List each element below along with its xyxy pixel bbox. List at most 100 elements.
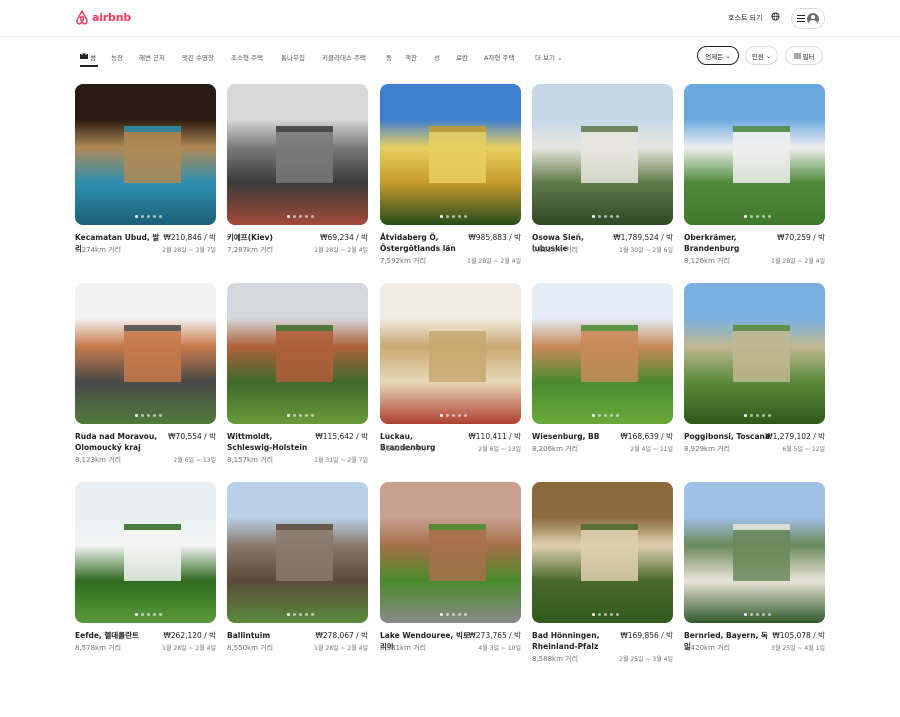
building-shape <box>429 524 486 581</box>
listing-title: 키예프(Kiev) <box>227 233 273 242</box>
listing-photo[interactable] <box>75 482 216 623</box>
listing-price: ₩110,411 / 박 <box>468 432 521 441</box>
listing-price: ₩273,765 / 박 <box>468 631 521 640</box>
listing-distance: 7,592km 거리 <box>380 257 427 265</box>
building-shape <box>581 524 638 581</box>
listing-photo[interactable] <box>75 283 216 424</box>
building-shape <box>276 126 333 183</box>
category-ryokans[interactable]: 료칸 <box>456 52 468 62</box>
airbnb-logo[interactable]: airbnb <box>75 10 131 25</box>
category-cabins[interactable]: 통나무집 <box>281 52 305 62</box>
listing-distance: 5,274km 거리 <box>75 246 122 254</box>
photo-pagination-dots <box>135 414 162 417</box>
listing-photo[interactable] <box>227 84 368 225</box>
filter-icon <box>793 53 801 58</box>
listing-price: ₩69,234 / 박 <box>320 233 368 242</box>
category-farms[interactable]: 농장 <box>111 52 123 62</box>
photo-pagination-dots <box>744 613 771 616</box>
listing-dates: 1월 28일 ~ 2월 4일 <box>162 645 216 652</box>
filters-button[interactable]: 필터 <box>785 46 823 65</box>
listing-price: ₩70,259 / 박 <box>777 233 825 242</box>
listing-dates: 4월 3일 ~ 10일 <box>478 645 521 652</box>
category-more[interactable]: 더 보기 ⌄ <box>535 52 563 62</box>
chevron-down-icon: ⌄ <box>765 51 772 60</box>
chevron-down-icon: ⌄ <box>725 51 731 60</box>
building-shape <box>429 325 486 382</box>
photo-pagination-dots <box>287 215 314 218</box>
listing-price: ₩168,639 / 박 <box>620 432 673 441</box>
listing-photo[interactable] <box>380 84 521 225</box>
listing-photo[interactable] <box>684 84 825 225</box>
listing-title: Ballintuim <box>227 631 271 640</box>
category-castles-2[interactable]: 성 <box>434 52 440 62</box>
listing-title: Bad Hönningen, Rheinland-Pfalz <box>532 631 600 651</box>
listing-price: ₩70,554 / 박 <box>168 432 216 441</box>
flexible-dates-button[interactable]: 언제든 ⌄ <box>697 46 739 65</box>
listing-photo[interactable] <box>532 482 673 623</box>
category-bar: 성 농장 해변 근처 멋진 수영장 초소형 주택 통나무집 키클라데스 주택 동… <box>0 37 900 73</box>
building-shape <box>581 325 638 382</box>
building-shape <box>733 325 790 382</box>
category-amazing-pools[interactable]: 멋진 수영장 <box>182 52 214 62</box>
listing-distance: 8,531km 거리 <box>380 644 427 652</box>
become-host-link[interactable]: 호스트 되기 <box>728 13 762 23</box>
building-shape <box>733 126 790 183</box>
photo-pagination-dots <box>440 215 467 218</box>
listing-dates: 3월 25일 ~ 4월 1일 <box>771 645 825 652</box>
listing-photo[interactable] <box>75 84 216 225</box>
listing-distance: 8,578km 거리 <box>75 644 122 652</box>
listing-photo[interactable] <box>380 283 521 424</box>
photo-pagination-dots <box>744 215 771 218</box>
listing-dates: 2월 6일 ~ 13일 <box>478 446 521 453</box>
listing-price: ₩169,856 / 박 <box>620 631 673 640</box>
category-castles[interactable]: 성 <box>90 52 96 62</box>
photo-pagination-dots <box>592 414 619 417</box>
listing-dates: 2월 28일 ~ 3월 7일 <box>162 247 216 254</box>
listing-price: ₩1,279,102 / 박 <box>765 432 825 441</box>
category-tiny-homes[interactable]: 초소형 주택 <box>231 52 263 62</box>
category-a-frames[interactable]: A자형 주택 <box>484 52 514 62</box>
listing-photo[interactable] <box>227 283 368 424</box>
listing-distance: 7,287km 거리 <box>227 246 274 254</box>
listing-photo[interactable] <box>684 283 825 424</box>
more-label: 더 보기 <box>535 54 556 62</box>
listing-photo[interactable] <box>380 482 521 623</box>
listing-price: ₩278,067 / 박 <box>315 631 368 640</box>
listing-distance: 8,123km 거리 <box>75 456 122 464</box>
photo-pagination-dots <box>440 414 467 417</box>
category-domes[interactable]: 동 <box>386 52 392 62</box>
building-shape <box>276 325 333 382</box>
listing-price: ₩210,846 / 박 <box>163 233 216 242</box>
listing-price: ₩115,642 / 박 <box>315 432 368 441</box>
listing-dates: 1월 31일 ~ 2월 7일 <box>314 457 368 464</box>
guests-button[interactable]: 인원 ⌄ <box>745 46 778 65</box>
listing-distance: 8,162km 거리 <box>380 445 427 453</box>
castle-icon <box>80 53 88 59</box>
listing-dates: 1월 28일 ~ 2월 4일 <box>771 258 825 265</box>
listing-title: Eefde, 헬데를란트 <box>75 631 139 640</box>
photo-pagination-dots <box>287 613 314 616</box>
listing-dates: 1월 28일 ~ 2월 4일 <box>314 247 368 254</box>
photo-pagination-dots <box>135 215 162 218</box>
listing-price: ₩1,789,524 / 박 <box>613 233 673 242</box>
listing-photo[interactable] <box>684 482 825 623</box>
photo-pagination-dots <box>287 414 314 417</box>
user-menu-button[interactable] <box>791 8 825 29</box>
globe-icon[interactable] <box>771 12 780 21</box>
building-shape <box>124 126 181 183</box>
listing-photo[interactable] <box>532 84 673 225</box>
listing-distance: 8,588km 거리 <box>532 655 579 663</box>
category-cyclades[interactable]: 키클라데스 주택 <box>322 52 366 62</box>
listing-price: ₩262,120 / 박 <box>163 631 216 640</box>
listing-photo[interactable] <box>227 482 368 623</box>
building-shape <box>124 524 181 581</box>
listing-dates: 1월 28일 ~ 2월 4일 <box>467 258 521 265</box>
listing-distance: 8,126km 거리 <box>684 257 731 265</box>
listing-photo[interactable] <box>532 283 673 424</box>
building-shape <box>733 524 790 581</box>
avatar <box>807 12 819 25</box>
top-header: airbnb 호스트 되기 <box>0 0 900 37</box>
category-ryokan-inns[interactable]: 객잔 <box>405 52 417 62</box>
flexible-dates-label: 언제든 <box>705 52 724 61</box>
category-beachfront[interactable]: 해변 근처 <box>139 52 165 62</box>
